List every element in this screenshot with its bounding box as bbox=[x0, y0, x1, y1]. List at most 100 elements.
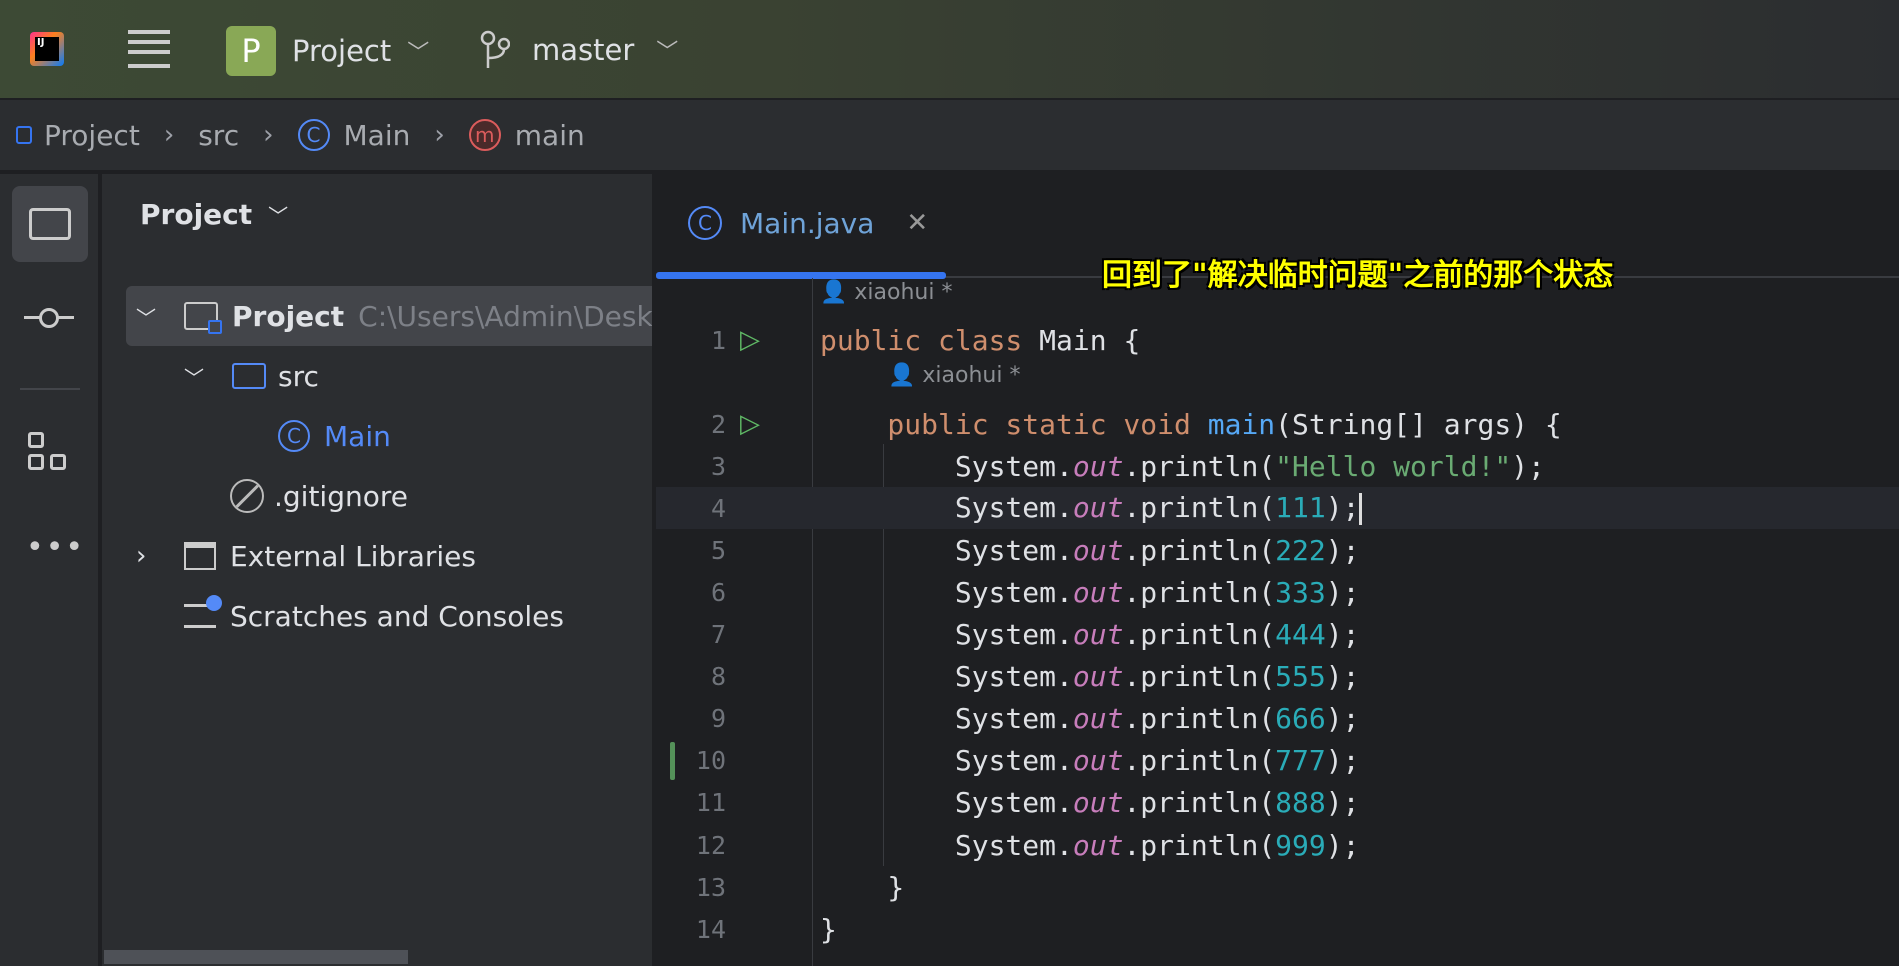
panel-title-label: Project bbox=[140, 198, 253, 231]
method-icon: m bbox=[468, 119, 501, 151]
chevron-right-icon: › bbox=[263, 120, 274, 150]
code-line[interactable]: 13 } bbox=[656, 866, 1899, 908]
main-menu-icon[interactable] bbox=[128, 30, 170, 68]
breadcrumb-main-class[interactable]: Main bbox=[344, 119, 411, 152]
text-cursor bbox=[1359, 493, 1363, 526]
library-icon bbox=[184, 542, 216, 570]
intellij-logo-icon[interactable]: IJ bbox=[30, 32, 64, 66]
editor: C Main.java ✕ 回到了"解决临时问题"之前的那个状态 👤 xiaoh… bbox=[656, 174, 1899, 966]
code-text: } bbox=[820, 870, 905, 904]
tree-item-gitignore[interactable]: .gitignore bbox=[230, 467, 408, 525]
code-line[interactable]: 4 System.out.println(111); bbox=[656, 487, 1899, 530]
code-line[interactable]: 7 System.out.println(444); bbox=[656, 614, 1899, 656]
tree-label: Main bbox=[324, 419, 391, 453]
folder-icon bbox=[232, 363, 266, 389]
author-inlay[interactable]: 👤 xiaohui * bbox=[820, 280, 952, 305]
line-number: 14 bbox=[695, 914, 726, 944]
code-text: public static void main(String[] args) { bbox=[820, 407, 1562, 441]
tree-item-external-libraries[interactable]: › External Libraries bbox=[136, 527, 476, 585]
close-icon[interactable]: ✕ bbox=[906, 208, 928, 238]
structure-tool-button[interactable] bbox=[28, 432, 70, 474]
git-branch-icon bbox=[480, 30, 510, 68]
code-line[interactable]: 14} bbox=[656, 908, 1899, 950]
line-number: 13 bbox=[695, 872, 726, 902]
chevron-right-icon: › bbox=[434, 120, 445, 150]
active-tab-indicator bbox=[656, 272, 946, 279]
code-line[interactable]: 6 System.out.println(333); bbox=[656, 571, 1899, 613]
code-line[interactable]: 9 System.out.println(666); bbox=[656, 698, 1899, 740]
chevron-down-icon: ﹀ bbox=[184, 365, 204, 390]
vcs-change-marker[interactable] bbox=[670, 741, 675, 780]
code-line[interactable]: 5 System.out.println(222); bbox=[656, 529, 1899, 571]
line-number: 4 bbox=[710, 493, 726, 523]
run-icon[interactable]: ▷ bbox=[740, 409, 760, 439]
project-widget[interactable]: P Project ﹀ bbox=[226, 26, 429, 76]
code-line[interactable]: 10 System.out.println(777); bbox=[656, 740, 1899, 782]
code-line[interactable]: 2 ▷ public static void main(String[] args… bbox=[656, 403, 1899, 445]
ignored-file-icon bbox=[230, 479, 264, 513]
project-panel: Project ﹀ ﹀ Project C:\Users\Admin\Deskto… bbox=[102, 174, 654, 966]
code-line[interactable]: 3 System.out.println("Hello world!"); bbox=[656, 445, 1899, 487]
tree-label: src bbox=[278, 359, 319, 393]
chevron-down-icon: ﹀ bbox=[136, 305, 156, 330]
tree-item-main[interactable]: C Main bbox=[278, 407, 391, 465]
code-text: System.out.println("Hello world!"); bbox=[820, 449, 1545, 483]
video-caption: 回到了"解决临时问题"之前的那个状态 bbox=[1102, 258, 1614, 293]
project-path: C:\Users\Admin\Desktop bbox=[358, 299, 653, 333]
chevron-down-icon: ﹀ bbox=[656, 40, 679, 65]
user-icon: 👤 bbox=[820, 280, 848, 305]
horizontal-scrollbar[interactable] bbox=[104, 950, 408, 964]
project-tool-button[interactable] bbox=[12, 186, 88, 262]
tree-item-scratches[interactable]: Scratches and Consoles bbox=[184, 587, 564, 645]
code-text: System.out.println(444); bbox=[820, 618, 1360, 651]
code-text: System.out.println(333); bbox=[820, 575, 1360, 609]
chevron-right-icon: › bbox=[163, 120, 175, 150]
project-folder-icon bbox=[184, 302, 222, 334]
tree-item-src[interactable]: ﹀ src bbox=[184, 347, 319, 405]
tree-label: Scratches and Consoles bbox=[230, 599, 564, 633]
chevron-down-icon: ﹀ bbox=[407, 41, 430, 66]
breadcrumb-main-method[interactable]: main bbox=[515, 119, 585, 152]
line-number: 8 bbox=[710, 662, 726, 692]
tree-label: Project bbox=[232, 299, 345, 333]
code-text: System.out.println(777); bbox=[820, 744, 1360, 778]
scratches-icon bbox=[184, 595, 222, 628]
breadcrumb-project[interactable]: Project bbox=[44, 119, 140, 152]
project-badge: P bbox=[226, 26, 276, 76]
code-text: System.out.println(666); bbox=[820, 702, 1360, 736]
class-icon: C bbox=[297, 119, 330, 151]
tree-item-project-root[interactable]: ﹀ Project C:\Users\Admin\Desktop bbox=[136, 287, 653, 345]
author-inlay[interactable]: 👤 xiaohui * bbox=[888, 363, 1020, 388]
tab-main-java[interactable]: C Main.java ✕ bbox=[688, 206, 928, 240]
commit-tool-button[interactable] bbox=[24, 308, 74, 328]
divider bbox=[20, 388, 80, 390]
code-text: } bbox=[820, 912, 837, 946]
tree-label: External Libraries bbox=[230, 539, 476, 573]
line-number: 1 bbox=[710, 325, 726, 355]
main-toolbar: IJ P Project ﹀ master ﹀ bbox=[0, 0, 1899, 100]
code-text: System.out.println(222); bbox=[820, 533, 1360, 567]
code-text: System.out.println(999); bbox=[820, 828, 1360, 862]
line-number: 12 bbox=[695, 830, 726, 860]
line-number: 3 bbox=[710, 451, 726, 481]
code-line[interactable]: 12 System.out.println(999); bbox=[656, 824, 1899, 866]
line-number: 9 bbox=[710, 704, 726, 734]
branch-name: master bbox=[532, 33, 635, 67]
code-line[interactable]: 11 System.out.println(888); bbox=[656, 782, 1899, 824]
code-text: System.out.println(888); bbox=[820, 786, 1360, 820]
more-tools-icon[interactable]: ••• bbox=[26, 530, 85, 565]
breadcrumb-src[interactable]: src bbox=[198, 119, 239, 152]
branch-widget[interactable]: master ﹀ bbox=[480, 30, 678, 70]
author-name: xiaohui * bbox=[922, 363, 1021, 388]
breadcrumb: Project › src › C Main › m main bbox=[0, 100, 1899, 172]
user-icon: 👤 bbox=[888, 363, 916, 388]
code-line[interactable]: 1 ▷ public class Main { bbox=[656, 319, 1899, 361]
run-icon[interactable]: ▷ bbox=[740, 325, 760, 355]
line-number: 7 bbox=[710, 620, 726, 649]
module-icon bbox=[16, 126, 32, 144]
project-panel-title[interactable]: Project ﹀ bbox=[140, 198, 288, 231]
line-number: 6 bbox=[710, 577, 726, 607]
code-text: System.out.println(555); bbox=[820, 660, 1360, 694]
code-line[interactable]: 8 System.out.println(555); bbox=[656, 656, 1899, 698]
code-text: System.out.println(111); bbox=[820, 491, 1363, 526]
